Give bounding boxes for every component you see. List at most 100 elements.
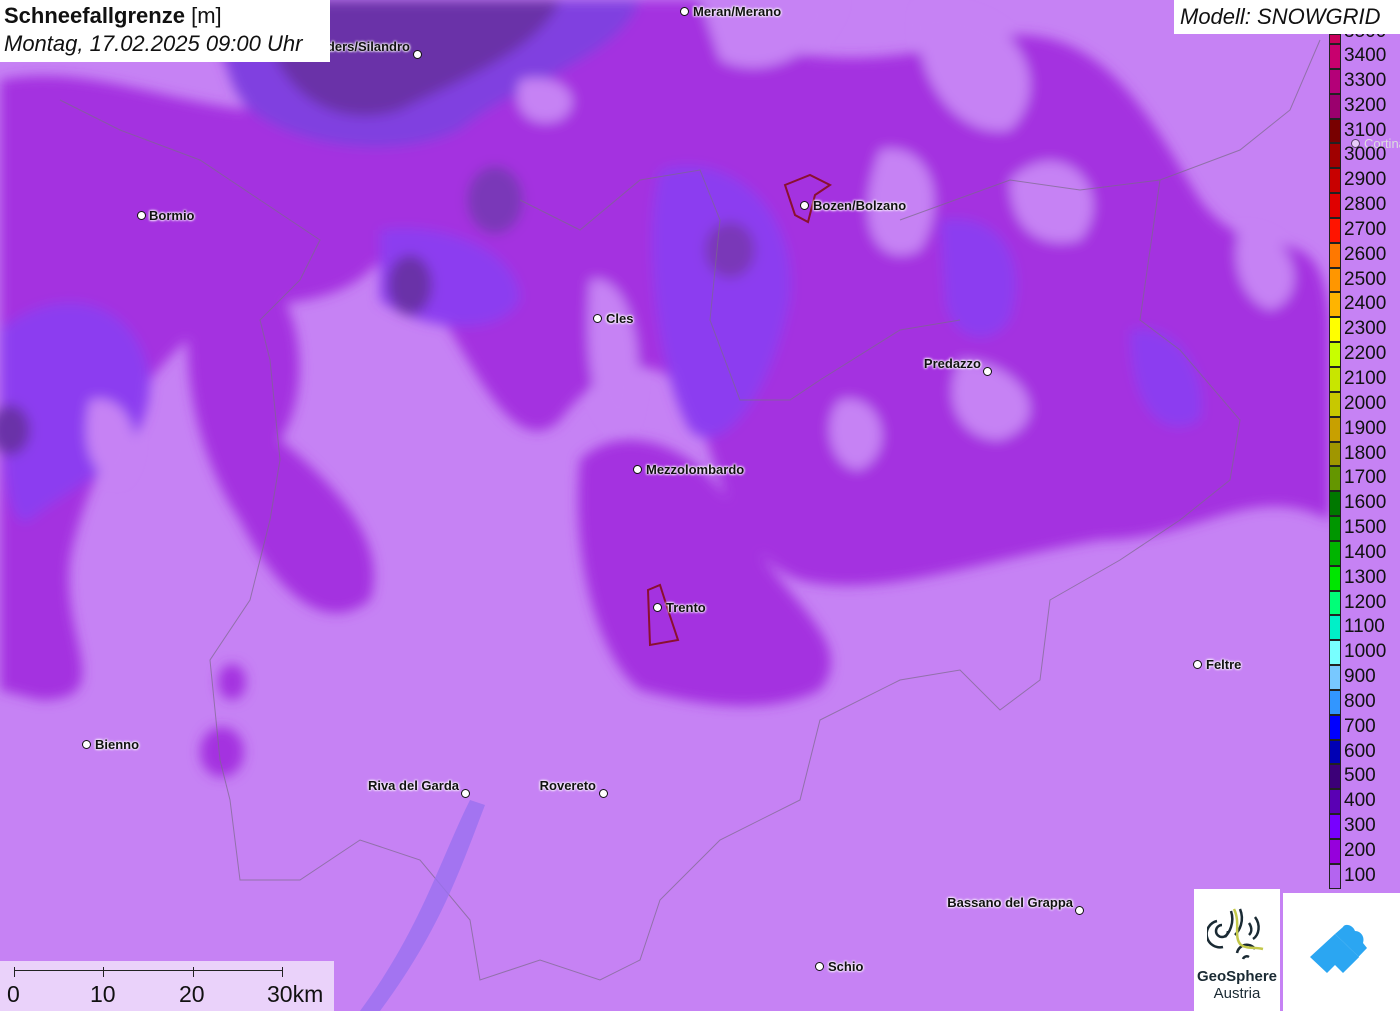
legend-value: 400 [1344, 790, 1376, 812]
cloud-roof-icon [1310, 924, 1367, 973]
legend-swatch [1329, 317, 1341, 343]
city-label: Meran/Merano [693, 4, 782, 19]
legend-value: 3300 [1344, 69, 1387, 91]
legend-swatch [1329, 391, 1341, 417]
legend-swatch [1329, 863, 1341, 889]
legend-value: 2700 [1344, 218, 1387, 240]
city-label: Bozen/Bolzano [813, 198, 907, 213]
legend-swatch [1329, 714, 1341, 740]
city-label: Feltre [1206, 657, 1242, 672]
legend-value: 1900 [1344, 417, 1387, 439]
legend-value: 2400 [1344, 293, 1387, 315]
city-label: Rovereto [539, 778, 596, 793]
city-marker [137, 211, 146, 220]
city-marker [1193, 660, 1202, 669]
city-marker [653, 603, 662, 612]
legend-value: 600 [1344, 740, 1376, 762]
legend-value: 1000 [1344, 641, 1387, 663]
city-marker [633, 465, 642, 474]
legend-swatch [1329, 491, 1341, 517]
scale-bar: 0 10 20 30km [0, 961, 334, 1011]
city-marker [983, 367, 992, 376]
legend-value: 2900 [1344, 169, 1387, 191]
snowline-field [0, 0, 1330, 1011]
city-marker [680, 7, 689, 16]
legend-value: 1700 [1344, 467, 1387, 489]
legend-swatch [1329, 366, 1341, 392]
city-marker [1075, 906, 1084, 915]
legend-value: 2300 [1344, 318, 1387, 340]
map-title: Schneefallgrenze [m] [4, 3, 222, 28]
legend-swatch [1329, 640, 1341, 666]
legend-value: 200 [1344, 840, 1376, 861]
legend-swatch [1329, 168, 1341, 194]
legend-value: 700 [1344, 715, 1376, 737]
legend-value: 2200 [1344, 343, 1387, 365]
legend-swatch [1329, 34, 1341, 44]
legend-swatch [1329, 342, 1341, 367]
city-label: Trento [666, 600, 706, 615]
city-marker [800, 201, 809, 210]
city-marker [599, 789, 608, 798]
legend-swatch [1329, 118, 1341, 144]
legend-swatch [1329, 416, 1341, 442]
legend-value: 1100 [1344, 616, 1385, 638]
city-label: Bienno [95, 737, 140, 752]
legend-swatch [1329, 516, 1341, 541]
legend-swatch [1329, 789, 1341, 815]
scale-label: 20 [179, 981, 205, 1007]
legend-value: 1500 [1344, 517, 1387, 539]
legend-value: 300 [1344, 815, 1376, 837]
legend-swatch [1329, 292, 1341, 318]
legend-swatch [1329, 217, 1341, 243]
city-label: Bormio [149, 208, 195, 223]
legend-swatch [1329, 93, 1341, 119]
weather-app-logo[interactable] [1283, 893, 1400, 1011]
title-box: Schneefallgrenze [m] Montag, 17.02.2025 … [0, 0, 330, 62]
legend-value: 3400 [1344, 45, 1387, 66]
legend-swatch [1329, 665, 1341, 690]
legend-value: 1600 [1344, 492, 1387, 514]
legend-value: 900 [1344, 666, 1376, 688]
legend-swatch [1329, 565, 1341, 591]
legend-value: 1400 [1344, 541, 1387, 563]
legend-swatch [1329, 764, 1341, 790]
legend-swatch [1329, 540, 1341, 566]
legend-value: 1300 [1344, 566, 1387, 588]
legend-swatch [1329, 267, 1341, 293]
city-label: Cles [606, 311, 634, 326]
legend-swatch [1329, 143, 1341, 169]
city-marker [593, 314, 602, 323]
legend-swatch [1329, 242, 1341, 268]
legend-value: 3100 [1344, 119, 1387, 141]
legend-swatch [1329, 839, 1341, 864]
legend-swatch [1329, 68, 1341, 94]
legend-value: 800 [1344, 690, 1376, 712]
legend-swatch [1329, 466, 1341, 492]
legend-swatch [1329, 739, 1341, 765]
city-label: Schio [828, 959, 864, 974]
legend-value: 1200 [1344, 591, 1387, 613]
legend-swatch [1329, 441, 1341, 467]
legend-value: 2800 [1344, 194, 1387, 216]
legend-swatch [1329, 814, 1341, 839]
legend-value: 3200 [1344, 94, 1387, 116]
map-canvas[interactable]: Meran/Merano Schlanders/Silandro Bormio … [0, 0, 1400, 1011]
city-label: Bassano del Grappa [947, 895, 1073, 910]
legend-value: 500 [1344, 765, 1376, 787]
legend-swatch [1329, 615, 1341, 641]
legend-swatch [1329, 193, 1341, 218]
scale-label: 10 [90, 981, 116, 1007]
legend-value: 2000 [1344, 392, 1387, 414]
scale-label: 30km [267, 981, 324, 1007]
legend-value: 3000 [1344, 144, 1387, 166]
geosphere-emblem-icon [1205, 908, 1264, 960]
legend-swatch [1329, 44, 1341, 69]
map-datetime: Montag, 17.02.2025 09:00 Uhr [4, 31, 303, 56]
legend-value: 2600 [1344, 243, 1387, 265]
city-marker [413, 50, 422, 59]
legend-swatch [1329, 590, 1341, 616]
geosphere-logo[interactable]: GeoSphere Austria [1194, 889, 1280, 1011]
city-label: Riva del Garda [367, 778, 459, 793]
city-marker [815, 962, 824, 971]
